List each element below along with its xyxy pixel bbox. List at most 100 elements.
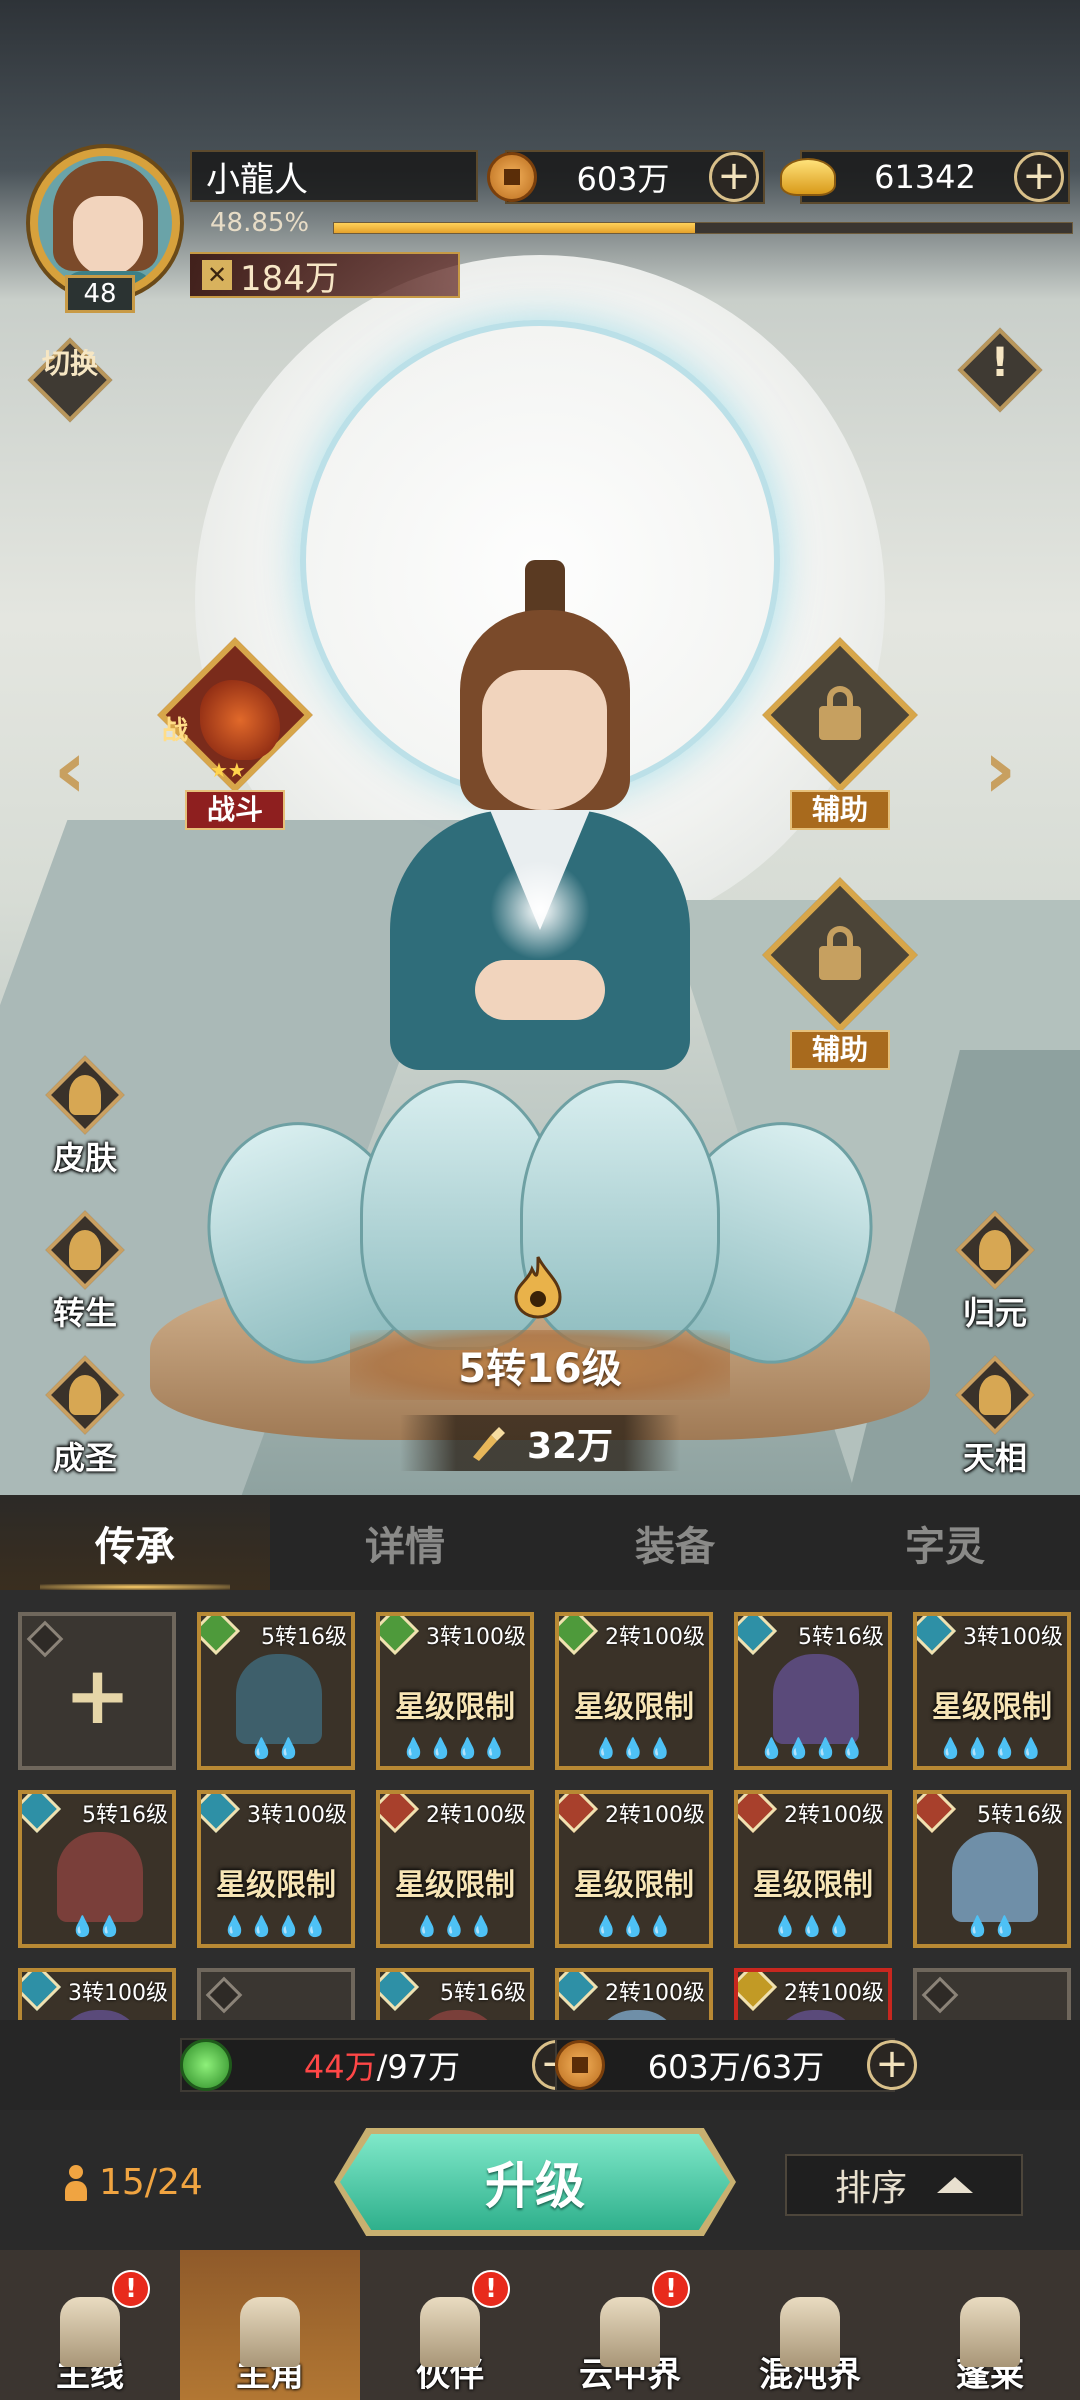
card-rank: 2转100级 (605, 1981, 705, 2006)
lock-icon (819, 686, 861, 742)
player-level: 48 (65, 275, 135, 313)
star-drops: 💧💧 (70, 1914, 124, 1938)
caret-up-icon (937, 2177, 973, 2193)
nav-emblem-icon (940, 2279, 1040, 2379)
inheritance-card[interactable]: 5转16级 💧💧💧💧 (734, 1612, 892, 1770)
element-icon (738, 1616, 778, 1656)
copper-currency: 603万 + (487, 150, 765, 204)
star-drops: 💧💧💧 (593, 1736, 675, 1760)
add-copper-button[interactable]: + (867, 2040, 917, 2090)
guiyuan-button[interactable]: 归元 (935, 1210, 1055, 1332)
exclamation-icon: ! (990, 340, 1010, 386)
add-slot-icon: + (64, 1649, 132, 1742)
notification-badge: ! (652, 2270, 690, 2308)
inheritance-card[interactable]: 5转16级 💧💧 (197, 1612, 355, 1770)
hero-character[interactable] (300, 560, 780, 1080)
flame-icon (514, 1256, 562, 1319)
card-rank: 2转100级 (605, 1625, 705, 1650)
sort-button[interactable]: 排序 (785, 2154, 1023, 2216)
assist-slot-2[interactable]: 辅助 (755, 877, 925, 1070)
green-orb-icon (180, 2039, 232, 2091)
battle-slot[interactable]: 战 ★★ 战斗 (150, 637, 320, 830)
nav-item[interactable]: 混沌界 (720, 2250, 900, 2400)
inheritance-card[interactable]: 2转100级 (555, 1968, 713, 2020)
inheritance-card[interactable]: + (18, 1612, 176, 1770)
character-portrait (773, 1654, 859, 1744)
inheritance-card[interactable]: 5转16级 (376, 1968, 534, 2020)
star-drops: 💧💧 (965, 1914, 1019, 1938)
star-drops: 💧💧💧💧 (938, 1736, 1046, 1760)
card-rank: 5转16级 (798, 1625, 884, 1650)
character-count: 15/24 (65, 2162, 203, 2203)
element-icon (559, 1972, 599, 2012)
element-icon (738, 1794, 778, 1834)
copper-resource: 603万/63万 + (555, 2038, 917, 2092)
tab-inheritance[interactable]: 传承 (0, 1495, 270, 1590)
copper-coin-icon (555, 2040, 605, 2090)
nav-item[interactable]: 云中界! (540, 2250, 720, 2400)
upgrade-button[interactable]: 升级 (340, 2134, 730, 2230)
card-rank: 2转100级 (784, 1803, 884, 1828)
inheritance-card[interactable]: 3转100级 星级限制 💧💧💧💧 (913, 1612, 1071, 1770)
tab-word-spirit[interactable]: 字灵 (810, 1495, 1080, 1590)
rebirth-button[interactable]: 转生 (25, 1210, 145, 1332)
player-power: ✕ 184万 (190, 252, 460, 299)
inheritance-card[interactable]: 2转100级 星级限制 💧💧💧 (555, 1790, 713, 1948)
card-rank: 3转100级 (426, 1625, 526, 1650)
inheritance-card[interactable] (197, 1968, 355, 2020)
empty-slot-icon (921, 1976, 959, 2014)
switch-button[interactable]: 切换 (27, 337, 113, 423)
nav-item[interactable]: 蓬莱 (900, 2250, 1080, 2400)
empty-slot-icon (205, 1976, 243, 2014)
chevron-right-icon[interactable]: › (975, 725, 1025, 815)
inheritance-grid: +5转16级 💧💧 3转100级 星级限制 💧💧💧💧 2转100级 星级限制 💧💧💧 5转16级… (0, 1590, 1080, 2020)
element-icon (380, 1616, 420, 1656)
inheritance-card[interactable]: 2转100级 (734, 1968, 892, 2020)
player-name: 小龍人 (190, 150, 478, 202)
hero-level: 5转16级 (350, 1330, 730, 1400)
chevron-left-icon[interactable]: ‹ (45, 725, 95, 815)
add-gold-button[interactable]: + (1014, 152, 1064, 202)
info-button[interactable]: ! (957, 327, 1043, 413)
assist-slot-1[interactable]: 辅助 (755, 637, 925, 830)
bottom-nav: 主线! 主角 伙伴! 云中界! 混沌界 蓬莱 (0, 2250, 1080, 2400)
notification-badge: ! (112, 2270, 150, 2308)
star-limit-label: 星级限制 (753, 1868, 873, 1903)
tab-equipment[interactable]: 装备 (540, 1495, 810, 1590)
star-limit-label: 星级限制 (574, 1690, 694, 1725)
exp-percent: 48.85% (210, 208, 310, 238)
copper-coin-icon (487, 152, 537, 202)
tab-details[interactable]: 详情 (270, 1495, 540, 1590)
crescent-moon-icon (955, 1355, 1035, 1435)
card-rank: 2转100级 (605, 1803, 705, 1828)
inheritance-card[interactable]: 3转100级 星级限制 💧💧💧💧 (197, 1790, 355, 1948)
gold-currency: 61342 + (780, 150, 1070, 204)
nav-item[interactable]: 伙伴! (360, 2250, 540, 2400)
inheritance-card[interactable]: 2转100级 星级限制 💧💧💧 (734, 1790, 892, 1948)
action-row: 15/24 升级 排序 (0, 2110, 1080, 2250)
card-rank: 5转16级 (977, 1803, 1063, 1828)
saint-button[interactable]: 成圣 (25, 1355, 145, 1477)
element-icon (380, 1972, 420, 2012)
inheritance-card[interactable]: 5转16级 💧💧 (913, 1790, 1071, 1948)
star-drops: 💧💧💧 (593, 1914, 675, 1938)
inheritance-card[interactable] (913, 1968, 1071, 2020)
hero-power: 32万 (400, 1415, 680, 1471)
skin-button[interactable]: 皮肤 (25, 1055, 145, 1177)
star-limit-label: 星级限制 (216, 1868, 336, 1903)
element-icon (559, 1616, 599, 1656)
inheritance-card[interactable]: 2转100级星级限制 💧💧💧 (555, 1612, 713, 1770)
star-drops: 💧💧💧💧 (401, 1736, 509, 1760)
empty-slot-icon (26, 1620, 64, 1658)
inheritance-card[interactable]: 3转100级 (18, 1968, 176, 2020)
character-portrait (773, 2010, 859, 2020)
nav-item[interactable]: 主角 (180, 2250, 360, 2400)
tianxiang-button[interactable]: 天相 (935, 1355, 1055, 1477)
inheritance-card[interactable]: 5转16级 💧💧 (18, 1790, 176, 1948)
exp-bar-fill (334, 223, 695, 233)
inheritance-card[interactable]: 2转100级 星级限制 💧💧💧 (376, 1790, 534, 1948)
nav-item[interactable]: 主线! (0, 2250, 180, 2400)
add-copper-button[interactable]: + (709, 152, 759, 202)
star-limit-label: 星级限制 (395, 1690, 515, 1725)
inheritance-card[interactable]: 3转100级星级限制 💧💧💧💧 (376, 1612, 534, 1770)
